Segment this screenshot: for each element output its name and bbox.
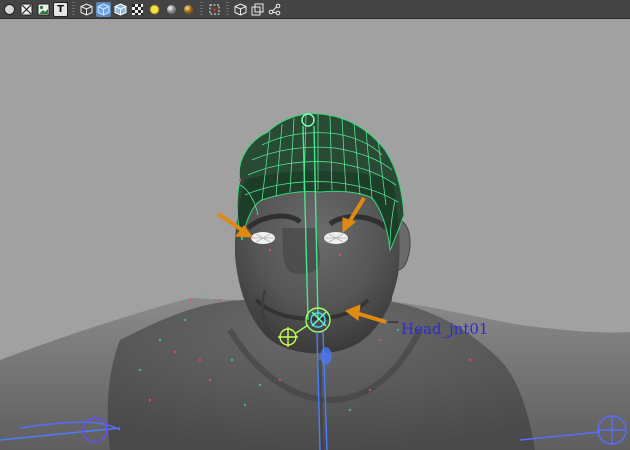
image-plane-icon[interactable] [36,2,51,17]
shaded-wireframe-cube-icon[interactable] [113,2,128,17]
viewport-toolbar: T [0,0,630,19]
toolbar-separator [200,1,203,17]
isolate-select-icon[interactable] [207,2,222,17]
3d-viewport[interactable]: Head_jnt01 [0,20,630,450]
xray-active-components-icon[interactable] [250,2,265,17]
checker-texture-icon[interactable] [130,2,145,17]
wireframe-cube-icon[interactable] [79,2,94,17]
smooth-shade-cube-icon[interactable] [96,1,111,17]
default-light-icon[interactable] [147,2,162,17]
shading-menu-icon[interactable] [2,2,17,17]
toolbar-separator [72,1,75,17]
toolbar-separator [226,1,229,17]
wireframe-x-icon[interactable] [19,2,34,17]
texture-t-icon[interactable]: T [53,1,68,17]
xray-cube-icon[interactable] [233,2,248,17]
joint-callout-label: Head_jnt01 [401,320,489,338]
scene-render [0,113,630,450]
maya-viewport-window: T Head_jnt01 [0,0,630,450]
xray-joints-icon[interactable] [267,2,282,17]
all-lights-icon[interactable] [164,2,179,17]
shadows-icon[interactable] [181,2,196,17]
texture-t-label: T [57,3,64,15]
